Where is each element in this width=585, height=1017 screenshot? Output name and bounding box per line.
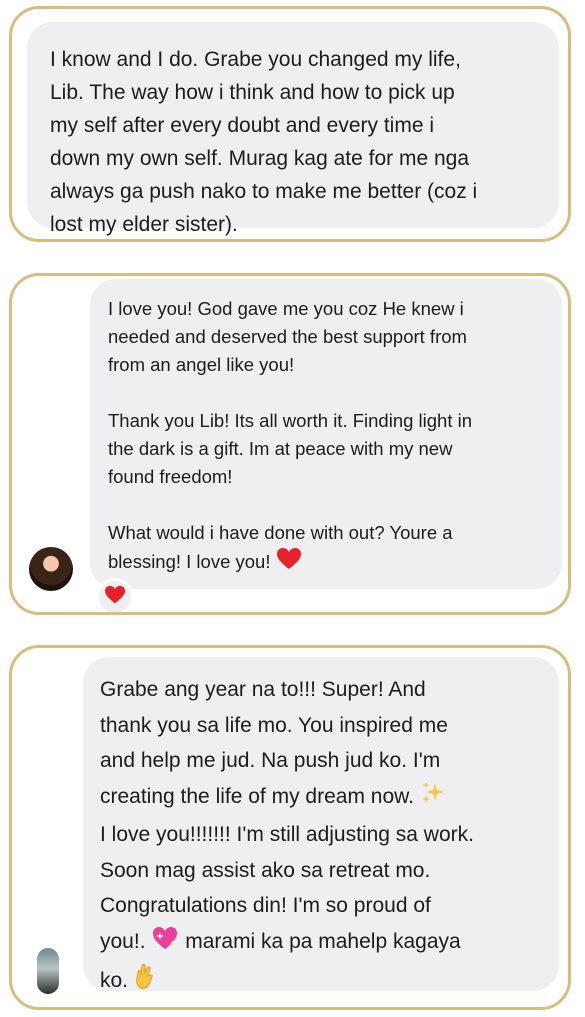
message-line-text: creating the life of my dream now. — [100, 784, 414, 808]
message-line: you!. marami ka pa mahelp kagaya — [100, 924, 545, 963]
message-bubble[interactable]: I love you! God gave me you coz He knew … — [90, 279, 562, 589]
message-text: I know and I do. Grabe you changed my li… — [50, 48, 478, 236]
heart-reaction-icon — [104, 585, 126, 610]
message-bubble[interactable]: Grabe ang year na to!!! Super! And thank… — [83, 657, 559, 992]
message-paragraph-2: Thank you Lib! Its all worth it. Finding… — [108, 410, 473, 487]
message-line: Soon mag assist ako sa retreat mo. — [100, 858, 431, 882]
sparkles-icon — [420, 780, 446, 818]
reaction-badge[interactable] — [96, 578, 134, 612]
message-line: Grabe ang year na to!!! Super! And — [100, 678, 426, 701]
pinching-hand-icon — [134, 962, 156, 1002]
message-line: creating the life of my dream now. — [100, 779, 545, 818]
sparkling-heart-icon — [151, 925, 179, 963]
message-card-2: I love you! God gave me you coz He knew … — [9, 273, 571, 615]
message-line: I love you!!!!!!! I'm still adjusting sa… — [100, 823, 474, 846]
message-line: Congratulations din! I'm so proud of — [100, 894, 431, 917]
message-bubble[interactable]: I know and I do. Grabe you changed my li… — [27, 22, 559, 236]
message-paragraph-3: What would i have done with out? Youre a… — [108, 519, 544, 579]
message-line: ko. — [100, 962, 545, 1002]
message-paragraph-1: I love you! God gave me you coz He knew … — [108, 298, 467, 375]
message-line: and help me jud. Na push jud ko. I'm — [100, 749, 441, 772]
message-line-text: you!. — [100, 929, 146, 953]
heart-emoji-icon — [276, 547, 302, 579]
sender-avatar[interactable] — [37, 948, 59, 994]
message-line-text: ko. — [100, 969, 129, 992]
message-line: thank you sa life mo. You inspired me — [100, 713, 448, 737]
message-card-3: Grabe ang year na to!!! Super! And thank… — [9, 645, 571, 1010]
message-line-text: marami ka pa mahelp kagaya — [185, 929, 461, 953]
sender-avatar[interactable] — [29, 547, 73, 591]
message-card-1: I know and I do. Grabe you changed my li… — [9, 6, 571, 242]
